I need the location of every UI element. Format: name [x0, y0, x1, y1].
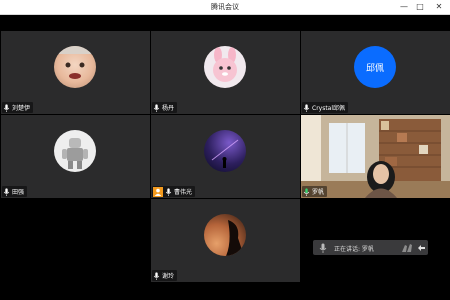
mic-icon	[319, 243, 327, 253]
participant-tile[interactable]: 曹伟光	[151, 115, 300, 198]
participant-name: 曹伟光	[174, 189, 193, 196]
participant-video-tile[interactable]: 罗帆	[301, 115, 450, 198]
participant-tile[interactable]: 刘楚伊	[1, 31, 150, 114]
participant-name: 杨丹	[162, 105, 175, 112]
user-icon	[154, 188, 162, 196]
mic-icon	[3, 187, 10, 196]
avatar: 邱佩	[354, 46, 396, 88]
speaking-text: 正在讲话: 罗帆	[334, 246, 374, 253]
participant-tile[interactable]: 杨丹	[151, 31, 300, 114]
avatar	[54, 130, 96, 172]
avatar	[204, 130, 246, 172]
name-label: 杨丹	[152, 102, 178, 113]
participant-name: Crystal邱佩	[312, 105, 346, 112]
participant-name: 刘楚伊	[12, 105, 31, 112]
collapse-arrow-icon[interactable]	[417, 243, 426, 252]
hands-icon	[402, 244, 412, 252]
window-title: 腾讯会议	[211, 3, 239, 11]
avatar-initials: 邱佩	[365, 63, 384, 74]
empty-tile	[1, 199, 150, 282]
participant-tile[interactable]: 田强	[1, 115, 150, 198]
participant-name: 罗帆	[312, 189, 325, 196]
participant-tile[interactable]: 谢玲	[151, 199, 300, 282]
mic-icon	[153, 271, 160, 280]
night-sky-icon	[211, 139, 239, 168]
name-label: Crystal邱佩	[302, 102, 349, 113]
name-label: 谢玲	[152, 270, 178, 281]
host-badge	[153, 186, 163, 197]
video-grid: 刘楚伊 杨丹 邱佩 Crystal邱佩 田强 曹伟光 罗帆 谢玲	[0, 30, 450, 300]
avatar	[204, 214, 246, 256]
title-bar: 腾讯会议 — □ ✕	[0, 0, 450, 15]
mic-icon	[303, 187, 310, 196]
top-bar	[0, 15, 450, 30]
name-label: 刘楚伊	[2, 102, 34, 113]
participant-name: 谢玲	[162, 273, 175, 280]
minimize-button[interactable]: —	[396, 0, 412, 14]
participant-name: 田强	[12, 189, 25, 196]
mic-icon	[3, 103, 10, 112]
baby-photo-icon	[54, 46, 96, 79]
maximize-button[interactable]: □	[412, 0, 428, 14]
name-label: 罗帆	[302, 186, 328, 197]
avatar	[204, 46, 246, 88]
name-label: 曹伟光	[152, 186, 196, 197]
avatar	[54, 46, 96, 88]
mic-icon	[153, 103, 160, 112]
participant-tile[interactable]: 邱佩 Crystal邱佩	[301, 31, 450, 114]
cartoon-rabbit-icon	[213, 47, 237, 82]
robot-figure-icon	[62, 138, 88, 169]
name-label: 田强	[2, 186, 28, 197]
close-button[interactable]: ✕	[431, 0, 447, 14]
mic-icon	[165, 187, 172, 196]
silhouette-photo-icon	[226, 220, 244, 256]
mic-icon	[303, 103, 310, 112]
speaking-indicator[interactable]: 正在讲话: 罗帆	[313, 240, 428, 255]
